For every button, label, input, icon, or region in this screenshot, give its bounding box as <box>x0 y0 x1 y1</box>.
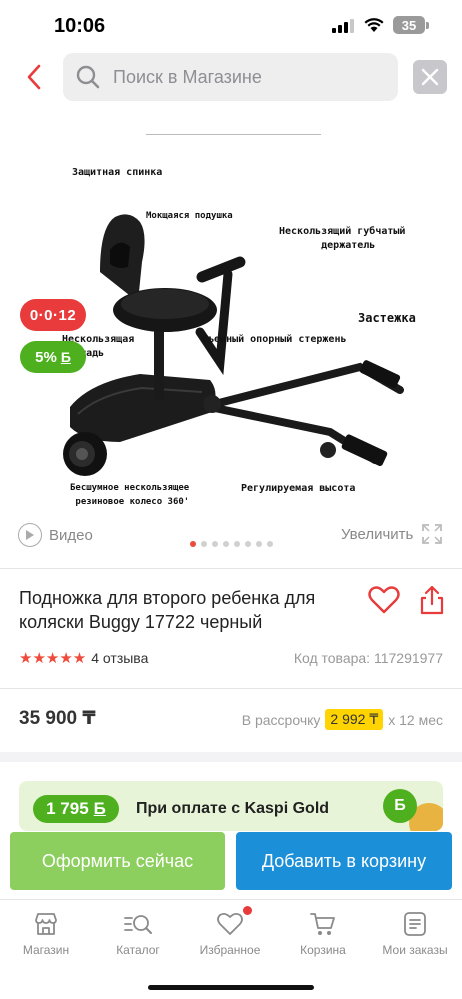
kaspi-bonus-badge: 1 795 Б <box>33 795 119 823</box>
section-separator <box>0 752 462 762</box>
kaspi-gold-text: При оплате с Kaspi Gold <box>136 800 330 817</box>
pagination-dot[interactable] <box>244 541 251 547</box>
search-bar[interactable] <box>63 53 398 101</box>
heart-icon <box>216 906 252 938</box>
tab-catalog[interactable]: Каталог <box>92 910 184 957</box>
catalog-icon <box>123 910 153 938</box>
store-icon <box>33 910 59 938</box>
product-sku: Код товара: 117291977 <box>293 650 443 666</box>
close-button[interactable] <box>413 60 447 94</box>
image-top-line <box>146 134 321 135</box>
annotation-rod: Съемный опорный стержень <box>202 334 347 345</box>
tab-label: Мои заказы <box>382 943 448 957</box>
kaspi-gold-banner[interactable]: 1 795 Б При оплате с Kaspi Gold Б <box>19 781 443 831</box>
annotation-wheel: Бесшумное нескользящее резиновое колесо … <box>70 483 190 507</box>
cellular-signal-icon <box>332 19 354 33</box>
product-price: 35 900 ₸ <box>19 708 96 729</box>
search-input[interactable] <box>113 66 383 88</box>
share-icon <box>420 585 444 615</box>
product-title: Подножка для второго ребенка для коляски… <box>19 588 316 632</box>
search-icon <box>75 64 101 90</box>
expand-icon <box>422 524 443 544</box>
pagination-dot[interactable] <box>211 541 218 547</box>
pagination-dot[interactable] <box>189 541 196 547</box>
home-indicator <box>148 985 314 990</box>
tab-cart[interactable]: Корзина <box>277 910 369 957</box>
annotation-back: Защитная спинка <box>72 167 163 178</box>
status-time: 10:06 <box>54 15 106 37</box>
annotation-clasp: Застежка <box>358 311 416 325</box>
annotation-height: Регулируемая высота <box>241 483 356 494</box>
battery-tip <box>426 22 429 29</box>
order-now-button[interactable]: Оформить сейчас <box>10 832 225 890</box>
tab-label: Избранное <box>199 943 261 957</box>
pagination-dot[interactable] <box>266 541 273 547</box>
pagination-dot[interactable] <box>233 541 240 547</box>
tab-label: Магазин <box>22 943 70 957</box>
reviews-link[interactable]: 4 отзыва <box>91 650 148 666</box>
product-image-gallery[interactable]: Защитная спинка Мокщаяся подушка Несколь… <box>0 112 462 550</box>
notification-dot <box>243 906 252 915</box>
pagination-dot[interactable] <box>255 541 262 547</box>
rating[interactable]: ★★★★★ 4 отзыва <box>19 649 148 667</box>
bonus-badge: 5% Б <box>20 341 86 373</box>
share-button[interactable] <box>420 585 444 620</box>
wifi-icon <box>364 18 384 32</box>
installment-prefix: В рассрочку <box>241 711 321 728</box>
bonus-icon: Б <box>60 349 71 365</box>
close-icon <box>421 68 439 86</box>
kaspi-bonus-amount: 1 795 <box>46 799 89 818</box>
battery-icon: 35 <box>393 16 425 34</box>
bonus-coin-icon: Б <box>383 789 417 823</box>
bonus-percent: 5% <box>35 348 57 366</box>
installment-suffix: х 12 мес <box>388 711 443 728</box>
kaspi-bonus-icon: Б <box>93 799 106 818</box>
divider <box>0 688 462 689</box>
tab-store[interactable]: Магазин <box>0 910 92 957</box>
cart-icon <box>309 910 337 938</box>
zoom-button[interactable]: Увеличить <box>341 523 443 545</box>
heart-icon <box>368 586 400 614</box>
pagination-dot[interactable] <box>222 541 229 547</box>
tab-label: Корзина <box>300 943 346 957</box>
rating-stars: ★★★★★ <box>19 650 87 667</box>
add-to-cart-button[interactable]: Добавить в корзину <box>236 832 452 890</box>
zoom-label: Увеличить <box>341 525 414 543</box>
installment-amount: 2 992 ₸ <box>325 709 384 730</box>
tab-favorites[interactable]: Избранное <box>184 906 276 957</box>
tab-bar: Магазин Каталог Избранное Корзина Мои за… <box>0 899 462 999</box>
pagination-dot[interactable] <box>200 541 207 547</box>
divider <box>0 568 462 569</box>
installment-info: В рассрочку 2 992 ₸ х 12 мес <box>242 709 443 730</box>
chevron-left-icon <box>27 64 41 90</box>
orders-icon <box>403 910 427 938</box>
back-button[interactable] <box>18 60 50 94</box>
tab-orders[interactable]: Мои заказы <box>369 910 461 957</box>
installment-badge: 0·0·12 <box>20 299 86 331</box>
favorite-button[interactable] <box>368 586 400 619</box>
product-image <box>63 214 404 476</box>
status-bar: 10:06 35 <box>0 0 462 50</box>
tab-label: Каталог <box>116 943 160 957</box>
annotation-grip: Нескользящий губчатый держатель <box>279 226 406 251</box>
annotation-cushion: Мокщаяся подушка <box>146 211 233 221</box>
